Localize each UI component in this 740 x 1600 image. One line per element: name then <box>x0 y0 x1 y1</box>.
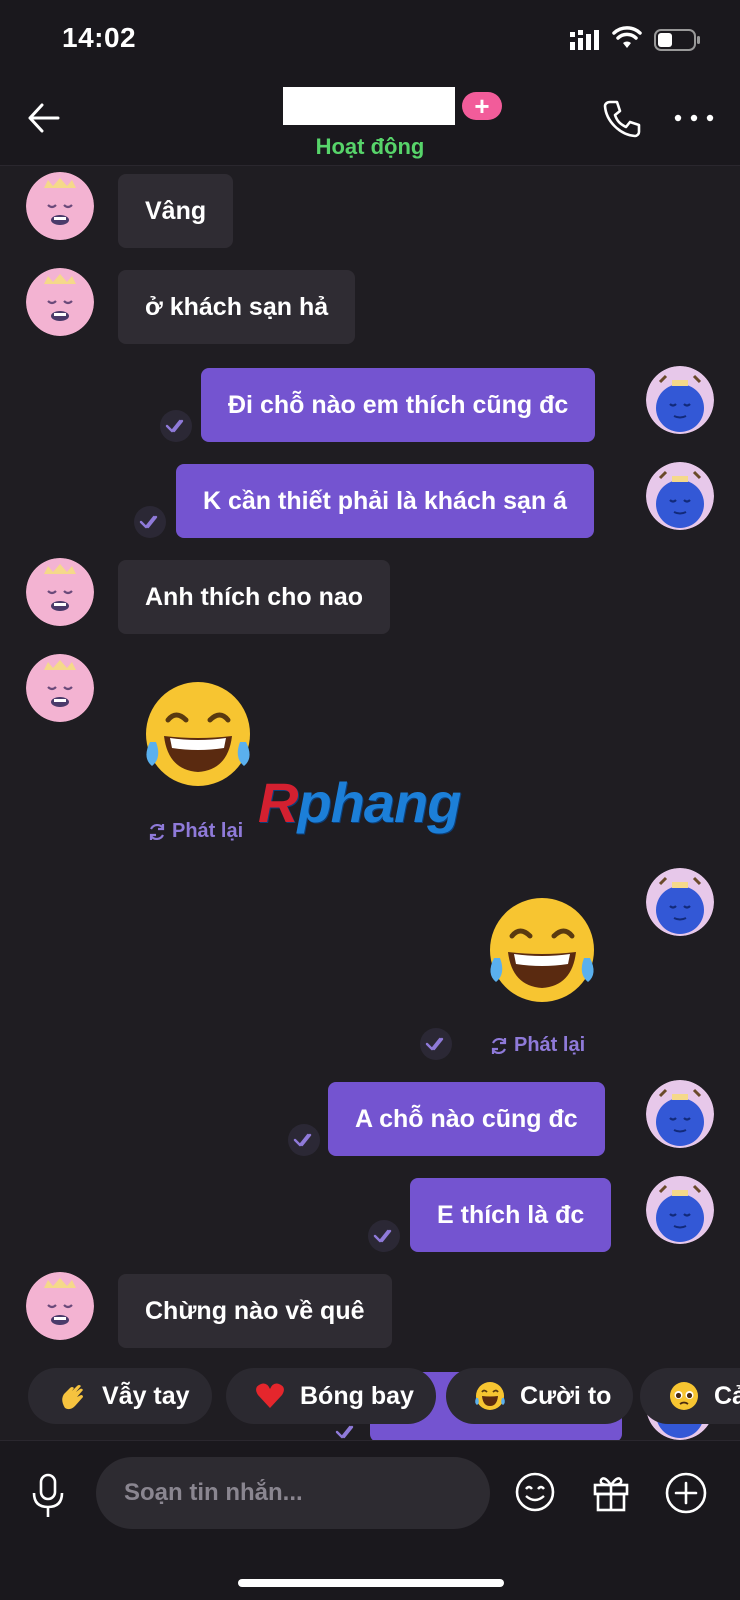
plus-circle-icon <box>665 1472 707 1514</box>
call-button[interactable] <box>600 96 644 140</box>
more-dots-icon <box>674 114 714 122</box>
my-avatar[interactable] <box>646 462 714 530</box>
phone-icon <box>603 100 641 138</box>
read-receipt-icon <box>160 410 192 442</box>
my-avatar[interactable] <box>646 1080 714 1148</box>
replay-label: Phát lại <box>172 820 244 842</box>
laughing-tears-icon <box>474 1380 506 1412</box>
microphone-icon <box>32 1473 64 1517</box>
sticker-button[interactable] <box>514 1471 556 1513</box>
quick-reaction-pleading[interactable]: Cả <box>640 1368 740 1424</box>
status-time: 14:02 <box>62 22 137 53</box>
replay-button[interactable]: Phát lại <box>488 1034 585 1057</box>
message-bubble-incoming[interactable]: Vâng <box>118 174 234 248</box>
message-bubble-outgoing[interactable]: Đi chỗ nào em thích cũng đc <box>201 368 596 442</box>
contact-avatar[interactable] <box>26 172 94 240</box>
more-options-button[interactable] <box>672 108 716 128</box>
more-actions-button[interactable] <box>664 1471 708 1515</box>
heart-icon <box>254 1380 286 1412</box>
replay-icon <box>491 1037 507 1054</box>
pleading-face-icon <box>668 1380 700 1412</box>
message-bubble-outgoing[interactable]: E thích là đc <box>410 1178 612 1252</box>
replay-icon <box>149 823 165 840</box>
contact-name[interactable] <box>283 87 455 125</box>
gift-icon <box>593 1477 629 1512</box>
laughing-tears-emoji[interactable] <box>484 894 600 1010</box>
quick-reactions-bar: Vẫy tay Bóng bay Cười to Cả <box>0 1368 740 1426</box>
status-bar: 14:02 <box>0 0 740 80</box>
message-bubble-incoming[interactable]: ở khách sạn hả <box>118 270 356 344</box>
read-receipt-icon <box>134 506 166 538</box>
message-input[interactable] <box>96 1457 490 1529</box>
home-indicator[interactable] <box>238 1579 504 1587</box>
signal-icon <box>570 30 602 50</box>
contact-avatar[interactable] <box>26 654 94 722</box>
add-friend-badge[interactable]: + <box>462 92 502 120</box>
read-receipt-icon <box>420 1028 452 1060</box>
message-bubble-outgoing[interactable]: A chỗ nào cũng đc <box>328 1082 605 1156</box>
read-receipt-icon <box>368 1220 400 1252</box>
quick-reaction-laugh[interactable]: Cười to <box>446 1368 634 1424</box>
watermark-logo: Rphang <box>258 771 461 834</box>
my-avatar[interactable] <box>646 366 714 434</box>
read-receipt-icon <box>288 1124 320 1156</box>
microphone-button[interactable] <box>28 1471 68 1521</box>
laughing-tears-emoji[interactable] <box>140 678 256 794</box>
replay-button[interactable]: Phát lại <box>146 820 243 843</box>
message-bubble-incoming[interactable]: Anh thích cho nao <box>118 560 391 634</box>
smiley-sticker-icon <box>515 1472 555 1512</box>
message-bubble-outgoing[interactable]: K cần thiết phải là khách sạn á <box>176 464 595 538</box>
my-avatar[interactable] <box>646 1176 714 1244</box>
battery-icon <box>654 28 702 52</box>
message-bubble-incoming[interactable]: Chừng nào về quê <box>118 1274 392 1348</box>
contact-avatar[interactable] <box>26 268 94 336</box>
my-avatar[interactable] <box>646 868 714 936</box>
contact-avatar[interactable] <box>26 1272 94 1340</box>
compose-bar <box>0 1440 740 1600</box>
quick-reaction-balloon[interactable]: Bóng bay <box>226 1368 436 1424</box>
contact-avatar[interactable] <box>26 558 94 626</box>
waving-hand-icon <box>56 1380 88 1412</box>
wifi-icon <box>612 26 642 50</box>
chat-header: + Hoạt động <box>0 80 740 166</box>
quick-reaction-wave[interactable]: Vẫy tay <box>28 1368 212 1424</box>
replay-label: Phát lại <box>514 1034 586 1056</box>
gift-button[interactable] <box>590 1471 632 1513</box>
